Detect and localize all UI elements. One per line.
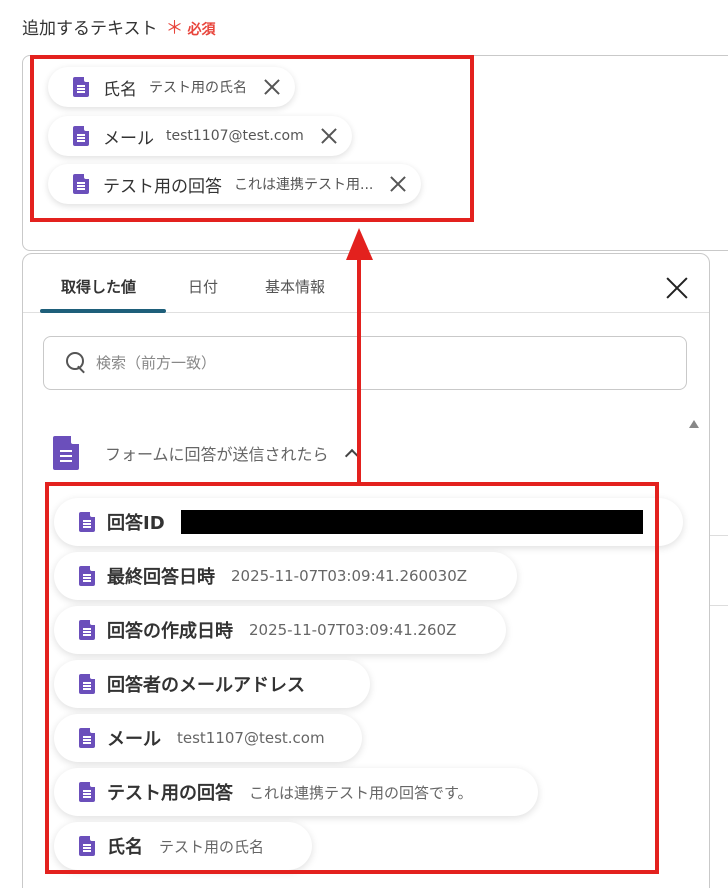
arrow-head (346, 228, 373, 260)
red-arrow-annotation (346, 228, 373, 482)
